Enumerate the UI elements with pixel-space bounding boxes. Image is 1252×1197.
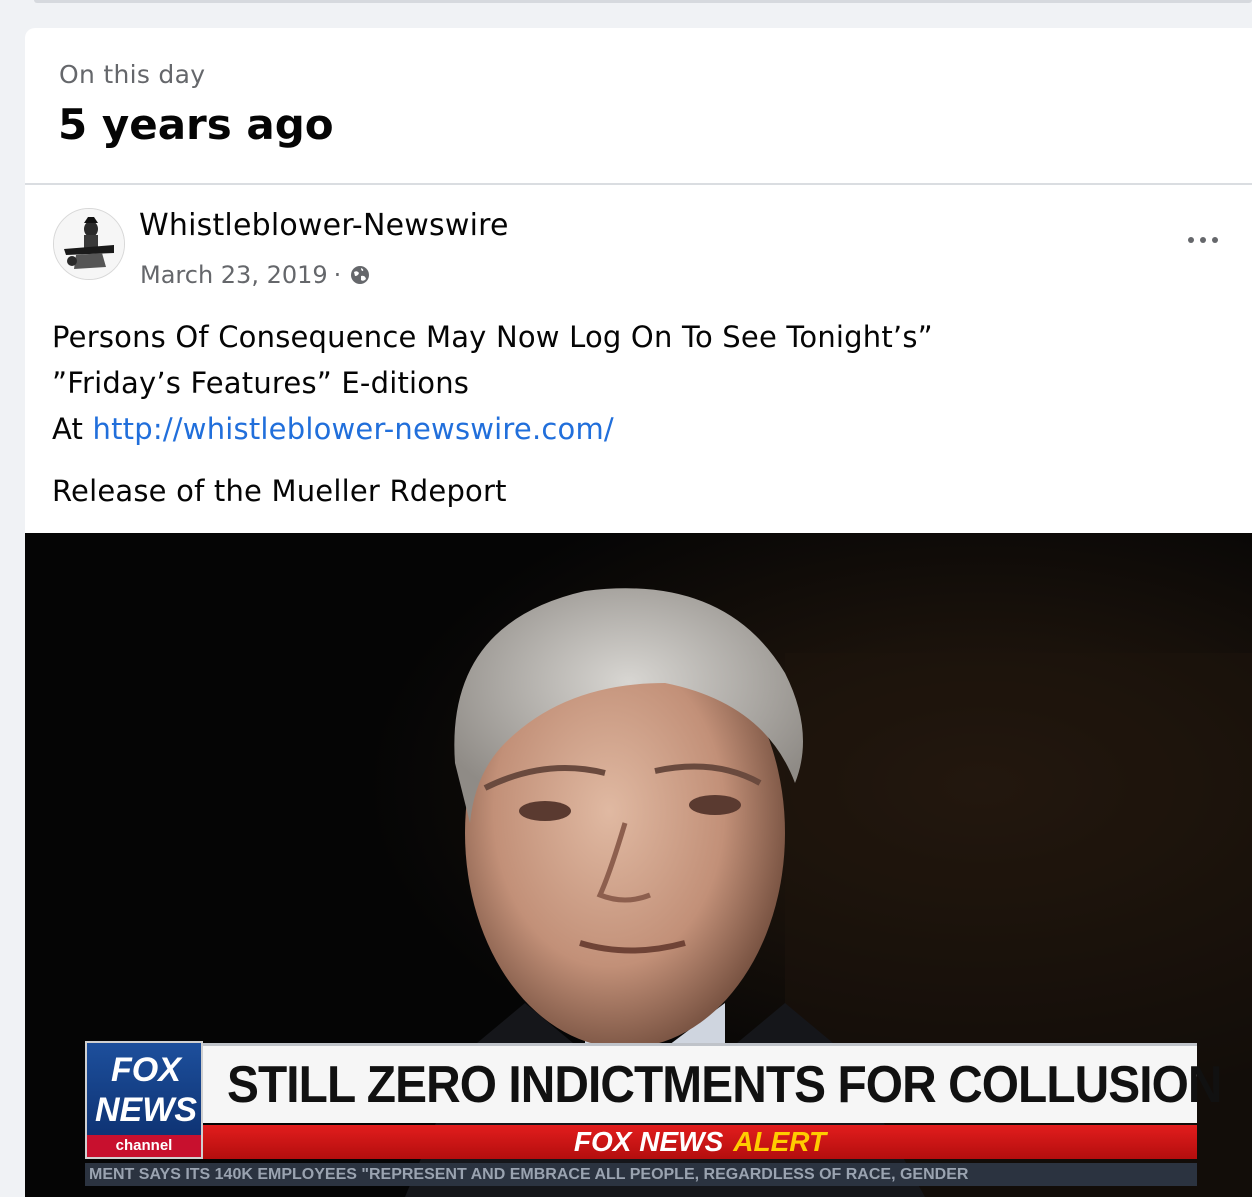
chyron-headline: STILL ZERO INDICTMENTS FOR COLLUSION	[227, 1055, 1222, 1114]
more-options-icon[interactable]	[1183, 228, 1223, 252]
memory-card: On this day 5 years ago Whistleblower-Ne…	[25, 28, 1252, 1197]
logo-line: channel	[87, 1135, 201, 1157]
alert-bar: FOX NEWS ALERT	[203, 1125, 1197, 1159]
globe-icon	[349, 264, 371, 286]
link-prefix: At	[52, 412, 93, 446]
post-link[interactable]: http://whistleblower-newswire.com/	[93, 412, 614, 446]
news-ticker: MENT SAYS ITS 140K EMPLOYEES "REPRESENT …	[85, 1163, 1197, 1186]
page-avatar[interactable]	[53, 208, 125, 280]
alert-brand: FOX NEWS	[573, 1126, 724, 1157]
post-date[interactable]: March 23, 2019	[140, 261, 328, 289]
post-text-line: Persons Of Consequence May Now Log On To…	[52, 320, 933, 354]
post-text-line: At http://whistleblower-newswire.com/	[52, 406, 1232, 452]
post-text-paragraph: Release of the Mueller Rdeport	[52, 474, 507, 508]
top-edge	[34, 0, 1252, 3]
news-chyron: FOX NEWS channel STILL ZERO INDICTMENTS …	[85, 1041, 1222, 1186]
post-text-line: ”Friday’s Features” E-ditions	[52, 366, 470, 400]
fox-news-logo: FOX NEWS channel	[85, 1041, 203, 1159]
logo-line: FOX	[111, 1051, 181, 1089]
avatar-illustration	[54, 209, 124, 279]
post-image[interactable]: FOX NEWS channel STILL ZERO INDICTMENTS …	[25, 533, 1252, 1197]
memory-subtitle: On this day	[59, 60, 206, 89]
divider	[25, 183, 1252, 185]
meta-separator: ·	[333, 261, 342, 289]
logo-line: NEWS	[95, 1091, 197, 1129]
headline-box: STILL ZERO INDICTMENTS FOR COLLUSION	[203, 1043, 1222, 1123]
post-meta: March 23, 2019 ·	[140, 261, 371, 289]
post-text: Persons Of Consequence May Now Log On To…	[52, 314, 1232, 514]
memory-header: On this day 5 years ago	[25, 28, 1252, 183]
alert-label: ALERT	[733, 1126, 827, 1157]
memory-title: 5 years ago	[58, 100, 334, 149]
page-name[interactable]: Whistleblower-Newswire	[139, 208, 509, 243]
